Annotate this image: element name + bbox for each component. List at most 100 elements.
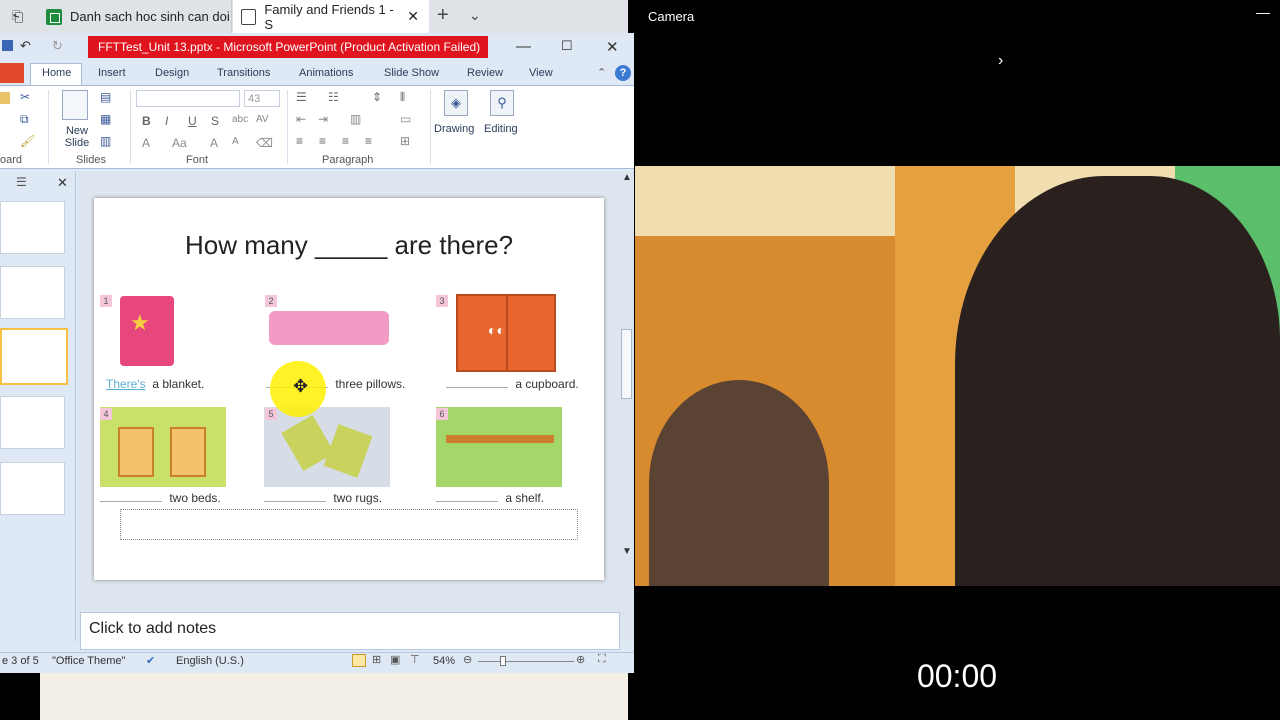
drawing-button[interactable]: Drawing (434, 123, 474, 135)
zoom-level[interactable]: 54% (433, 655, 455, 667)
slide-thumbnail-5[interactable] (0, 462, 65, 515)
align-text-icon[interactable]: ▭ (400, 112, 411, 126)
undo-icon[interactable]: ↶ (20, 38, 31, 54)
shadow-icon[interactable]: S (211, 114, 219, 128)
zoom-in-icon[interactable]: ⊕ (576, 653, 585, 666)
close-tab-icon[interactable]: ✕ (407, 8, 419, 25)
reset-icon[interactable]: ▦ (100, 112, 111, 126)
numbering-icon[interactable]: ☷ (328, 90, 339, 104)
spacing-icon[interactable]: AV (256, 114, 269, 125)
new-tab-icon[interactable]: + (437, 4, 449, 27)
redo-icon[interactable]: ↻ (52, 38, 63, 54)
recording-timer: 00:00 (916, 658, 998, 694)
tab-home-label[interactable]: Home (42, 67, 71, 79)
italic-icon[interactable]: I (165, 114, 168, 128)
minimize-ribbon-icon[interactable]: ⌃ (597, 66, 606, 79)
fit-slide-icon[interactable]: ⛶ (598, 653, 606, 666)
binoculars-icon[interactable]: ⚲ (490, 90, 514, 116)
vertical-scrollbar[interactable]: ▲ ▼ (620, 172, 634, 592)
bullets-icon[interactable]: ☰ (296, 90, 307, 104)
slide-thumbnail-4[interactable] (0, 396, 65, 449)
clear-formatting-icon[interactable]: ⌫ (256, 136, 273, 150)
slide-thumbnail-3[interactable] (0, 328, 68, 385)
item-caption-4: two beds. (100, 491, 221, 505)
file-tab[interactable] (0, 63, 24, 83)
justify-icon[interactable]: ≡ (365, 134, 372, 148)
zoom-slider[interactable] (478, 661, 574, 662)
blanket-image: ★ (120, 296, 174, 366)
adult-figure (955, 176, 1280, 586)
tab-design[interactable]: Design (155, 67, 189, 79)
sorter-view-icon[interactable]: ⊞ (372, 653, 381, 666)
paste-icon[interactable] (0, 92, 10, 104)
tab-label: Family and Friends 1 - S (264, 1, 394, 32)
align-center-icon[interactable]: ≡ (319, 134, 326, 148)
tab-slide-show[interactable]: Slide Show (384, 67, 439, 79)
align-right-icon[interactable]: ≡ (342, 134, 349, 148)
tab-actions-icon[interactable]: ⎗ (12, 8, 23, 25)
font-name-select[interactable] (136, 90, 240, 107)
smartart-icon[interactable]: ⊞ (400, 134, 410, 148)
zoom-slider-thumb[interactable] (500, 656, 506, 666)
chevron-right-icon[interactable]: › (998, 52, 1003, 70)
line-spacing-icon[interactable]: ⇕ (372, 90, 382, 104)
font-size-select[interactable]: 43 (244, 90, 280, 107)
save-icon[interactable] (2, 40, 13, 51)
tab-family-friends[interactable]: Family and Friends 1 - S ✕ (233, 0, 429, 33)
slide-thumbnail-1[interactable] (0, 201, 65, 254)
close-pane-icon[interactable]: ✕ (57, 175, 68, 191)
help-icon[interactable]: ? (615, 65, 631, 81)
title-bar: ↶ ↻ FFTTest_Unit 13.pptx - Microsoft Pow… (0, 33, 634, 61)
slide-canvas[interactable]: How many _____ are there? 1 ★ There's a … (94, 198, 604, 580)
bold-icon[interactable]: B (142, 114, 151, 128)
underline-icon[interactable]: U (188, 114, 197, 128)
layout-icon[interactable]: ▤ (100, 90, 111, 104)
notes-pane[interactable]: Click to add notes (80, 612, 620, 650)
text-placeholder[interactable] (120, 509, 578, 540)
language[interactable]: English (U.S.) (176, 655, 244, 667)
spellcheck-icon[interactable]: ✔ (146, 654, 155, 667)
change-case-icon[interactable]: Aa (172, 136, 187, 150)
tab-view[interactable]: View (529, 67, 553, 79)
new-slide-icon[interactable] (62, 90, 88, 120)
slideshow-icon[interactable]: ⊤ (410, 653, 420, 666)
tab-review[interactable]: Review (467, 67, 503, 79)
chevron-down-icon[interactable]: ⌄ (469, 7, 481, 24)
align-left-icon[interactable]: ≡ (296, 134, 303, 148)
zoom-out-icon[interactable]: ⊖ (463, 653, 472, 666)
reading-view-icon[interactable]: ▣ (390, 653, 400, 666)
slide-thumbnail-2[interactable] (0, 266, 65, 319)
tab-danh-sach[interactable]: Danh sach hoc sinh can doi (36, 0, 232, 33)
new-slide-button[interactable]: New Slide (60, 125, 94, 149)
scroll-thumb[interactable] (621, 329, 632, 399)
text-direction-icon[interactable]: ⫴ (400, 90, 405, 105)
section-icon[interactable]: ▥ (100, 134, 111, 148)
scroll-up-icon[interactable]: ▲ (622, 172, 632, 183)
tab-insert[interactable]: Insert (98, 67, 126, 79)
copy-icon[interactable]: ⧉ (20, 112, 29, 127)
scroll-down-icon[interactable]: ▼ (622, 546, 632, 557)
format-painter-icon[interactable]: 🖌 (20, 134, 35, 148)
theme-name[interactable]: "Office Theme" (52, 655, 125, 667)
grow-font-icon[interactable]: A (210, 136, 218, 150)
normal-view-icon[interactable] (352, 654, 366, 667)
slide-title[interactable]: How many _____ are there? (94, 230, 604, 261)
strikethrough-icon[interactable]: abc (232, 114, 248, 125)
font-color-icon[interactable]: A (142, 136, 150, 150)
item-number: 4 (100, 408, 112, 420)
outline-tab-icon[interactable]: ☰ (16, 175, 27, 189)
shrink-font-icon[interactable]: A (232, 136, 239, 147)
close-button[interactable]: ✕ (606, 38, 619, 56)
tab-transitions[interactable]: Transitions (217, 67, 270, 79)
maximize-button[interactable]: ☐ (561, 38, 573, 54)
minimize-camera-icon[interactable]: — (1256, 4, 1270, 20)
tab-animations[interactable]: Animations (299, 67, 353, 79)
increase-indent-icon[interactable]: ⇥ (318, 112, 328, 126)
shapes-icon[interactable]: ◈ (444, 90, 468, 116)
minimize-button[interactable]: — (516, 38, 531, 55)
item-caption-6: a shelf. (436, 491, 544, 505)
decrease-indent-icon[interactable]: ⇤ (296, 112, 306, 126)
editing-button[interactable]: Editing (484, 123, 518, 135)
cut-icon[interactable]: ✂ (20, 90, 30, 104)
columns-icon[interactable]: ▥ (350, 112, 361, 126)
